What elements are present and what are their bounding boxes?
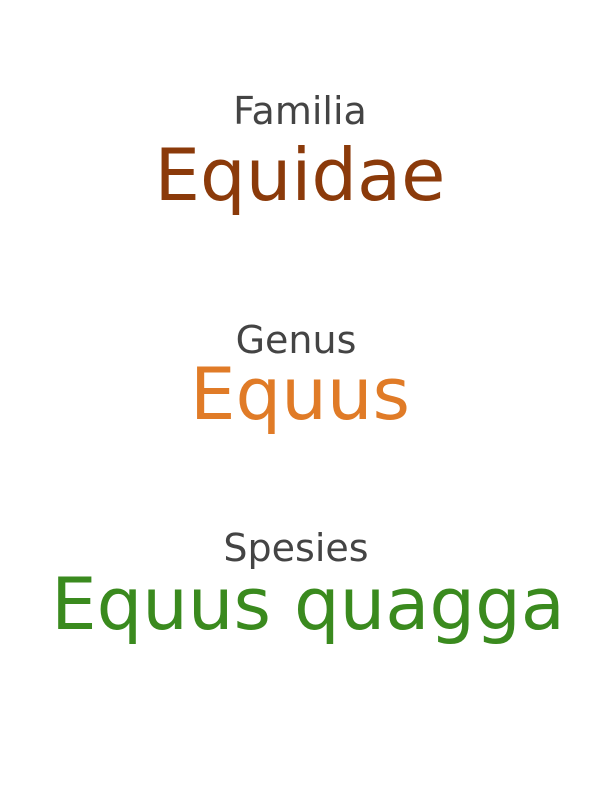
genus-name: Equus [190, 352, 410, 436]
familia-label: Familia [233, 89, 367, 133]
spesies-name: Equus quagga [51, 562, 565, 646]
familia-name: Equidae [154, 133, 446, 217]
